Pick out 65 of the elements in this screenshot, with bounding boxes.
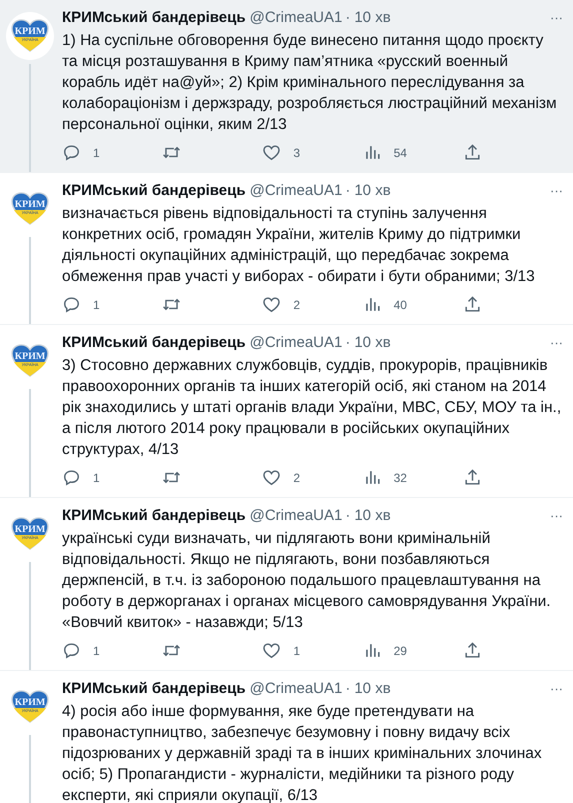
heart-icon: [11, 517, 49, 551]
tweet-text: 3) Стосовно державних службовців, суддів, прокурорів, працівників правоохоронних органів та інших категорій осіб, які станом на 2014 рік знаходились у штаті органів влади України, МВС, СБУ, МОУ та ін., а після лютого 2014 року працювали в російських окупаційних структурах, 4/13: [62, 356, 562, 460]
tweet-text: українські суди визначать, чи підлягають вони кримінальній відповідальності. Якщо не підлягають, вони позбавляються держпенсій, в т.ч. із забороною подальшого працевлаштування на роботу в держорганах і органах місцевого самоврядування України. «Вовчий квиток» - назавжди; 5/13: [62, 529, 552, 633]
reply-count: 1: [93, 298, 100, 312]
view-count: 32: [394, 470, 407, 484]
avatar-title: КРИМ: [14, 26, 46, 37]
like-count: 2: [293, 298, 300, 312]
timestamp[interactable]: 10 хв: [354, 181, 391, 201]
heart-icon: [11, 192, 49, 226]
author-name[interactable]: КРИМський бандерівець: [62, 506, 246, 526]
separator-dot: ·: [345, 679, 350, 699]
reply-count: 1: [93, 644, 100, 658]
heart-icon: [11, 690, 49, 724]
like-icon[interactable]: [262, 295, 282, 314]
heart-icon: [11, 19, 49, 53]
separator-dot: ·: [345, 181, 350, 201]
share-icon[interactable]: [462, 143, 482, 162]
author-handle[interactable]: @CrimeaUA1: [250, 333, 342, 353]
author-name[interactable]: КРИМський бандерівець: [62, 679, 246, 699]
view-count: 40: [394, 298, 407, 312]
avatar-title: КРИМ: [14, 199, 46, 210]
like-count: 3: [293, 146, 300, 160]
author-handle[interactable]: @CrimeaUA1: [250, 8, 342, 28]
more-button[interactable]: ···: [550, 679, 563, 699]
reply-count: 1: [93, 470, 100, 484]
reply-count: 1: [93, 146, 100, 160]
tweet-text: визначається рівень відповідальності та ступінь залучення конкретних осіб, громадян України, жителів Криму до підтримки діяльності окупаційних адміністрацій, що передбачає зокрема обмеження прав участі у виборах - обирати і бути обраними; 3/13: [62, 204, 536, 287]
author-handle[interactable]: @CrimeaUA1: [250, 506, 342, 526]
tweet-text: 1) На суспільне обговорення буде винесено питання щодо проєкту та місця розташування в Криму пам’ятника «русский военный корабль идёт на@уй»; 2) Крім кримінального переслідування за колабораціонізм і держзраду, розробляється люстраційний механізм персональної оцінки, яким 2/13: [62, 31, 558, 135]
separator-dot: ·: [345, 8, 350, 28]
author-handle[interactable]: @CrimeaUA1: [250, 181, 342, 201]
more-button[interactable]: ···: [550, 506, 563, 526]
avatar-title: КРИМ: [14, 524, 46, 535]
share-icon[interactable]: [462, 295, 482, 314]
timestamp[interactable]: 10 хв: [354, 679, 391, 699]
timestamp[interactable]: 10 хв: [354, 506, 391, 526]
timestamp[interactable]: 10 хв: [354, 333, 391, 353]
author-name[interactable]: КРИМський бандерівець: [62, 8, 246, 28]
timestamp[interactable]: 10 хв: [354, 8, 391, 28]
reply-icon[interactable]: [62, 468, 81, 487]
more-button[interactable]: ···: [550, 8, 563, 28]
share-icon[interactable]: [462, 468, 482, 487]
separator-dot: ·: [345, 333, 350, 353]
like-count: 2: [293, 470, 300, 484]
more-button[interactable]: ···: [550, 181, 563, 201]
view-count: 54: [394, 146, 407, 160]
like-icon[interactable]: [262, 641, 282, 660]
reply-icon[interactable]: [62, 641, 81, 660]
share-icon[interactable]: [462, 641, 482, 660]
avatar-title: КРИМ: [14, 697, 46, 708]
reply-icon[interactable]: [62, 143, 81, 162]
like-icon[interactable]: [262, 468, 282, 487]
avatar-title: КРИМ: [14, 351, 46, 362]
tweet-text: 4) росія або інше формування, яке буде претендувати на правонаступництво, забезпечує безумовну і повну видачу всіх підозрюваних у державній зраді та в інших кримінальних злочинах осіб; 5) Пропагандисти - журналісти, медійники та різного роду експерти, які сприяли окупації, 6/13: [62, 702, 543, 803]
author-handle[interactable]: @CrimeaUA1: [250, 679, 342, 699]
author-name[interactable]: КРИМський бандерівець: [62, 333, 246, 353]
heart-icon: [11, 344, 49, 378]
tweet-card[interactable]: [0, 0, 573, 173]
author-name[interactable]: КРИМський бандерівець: [62, 181, 246, 201]
view-count: 29: [394, 644, 407, 658]
separator-dot: ·: [345, 506, 350, 526]
reply-icon[interactable]: [62, 295, 81, 314]
more-button[interactable]: ···: [550, 333, 563, 353]
like-count: 1: [293, 644, 300, 658]
like-icon[interactable]: [262, 143, 282, 162]
